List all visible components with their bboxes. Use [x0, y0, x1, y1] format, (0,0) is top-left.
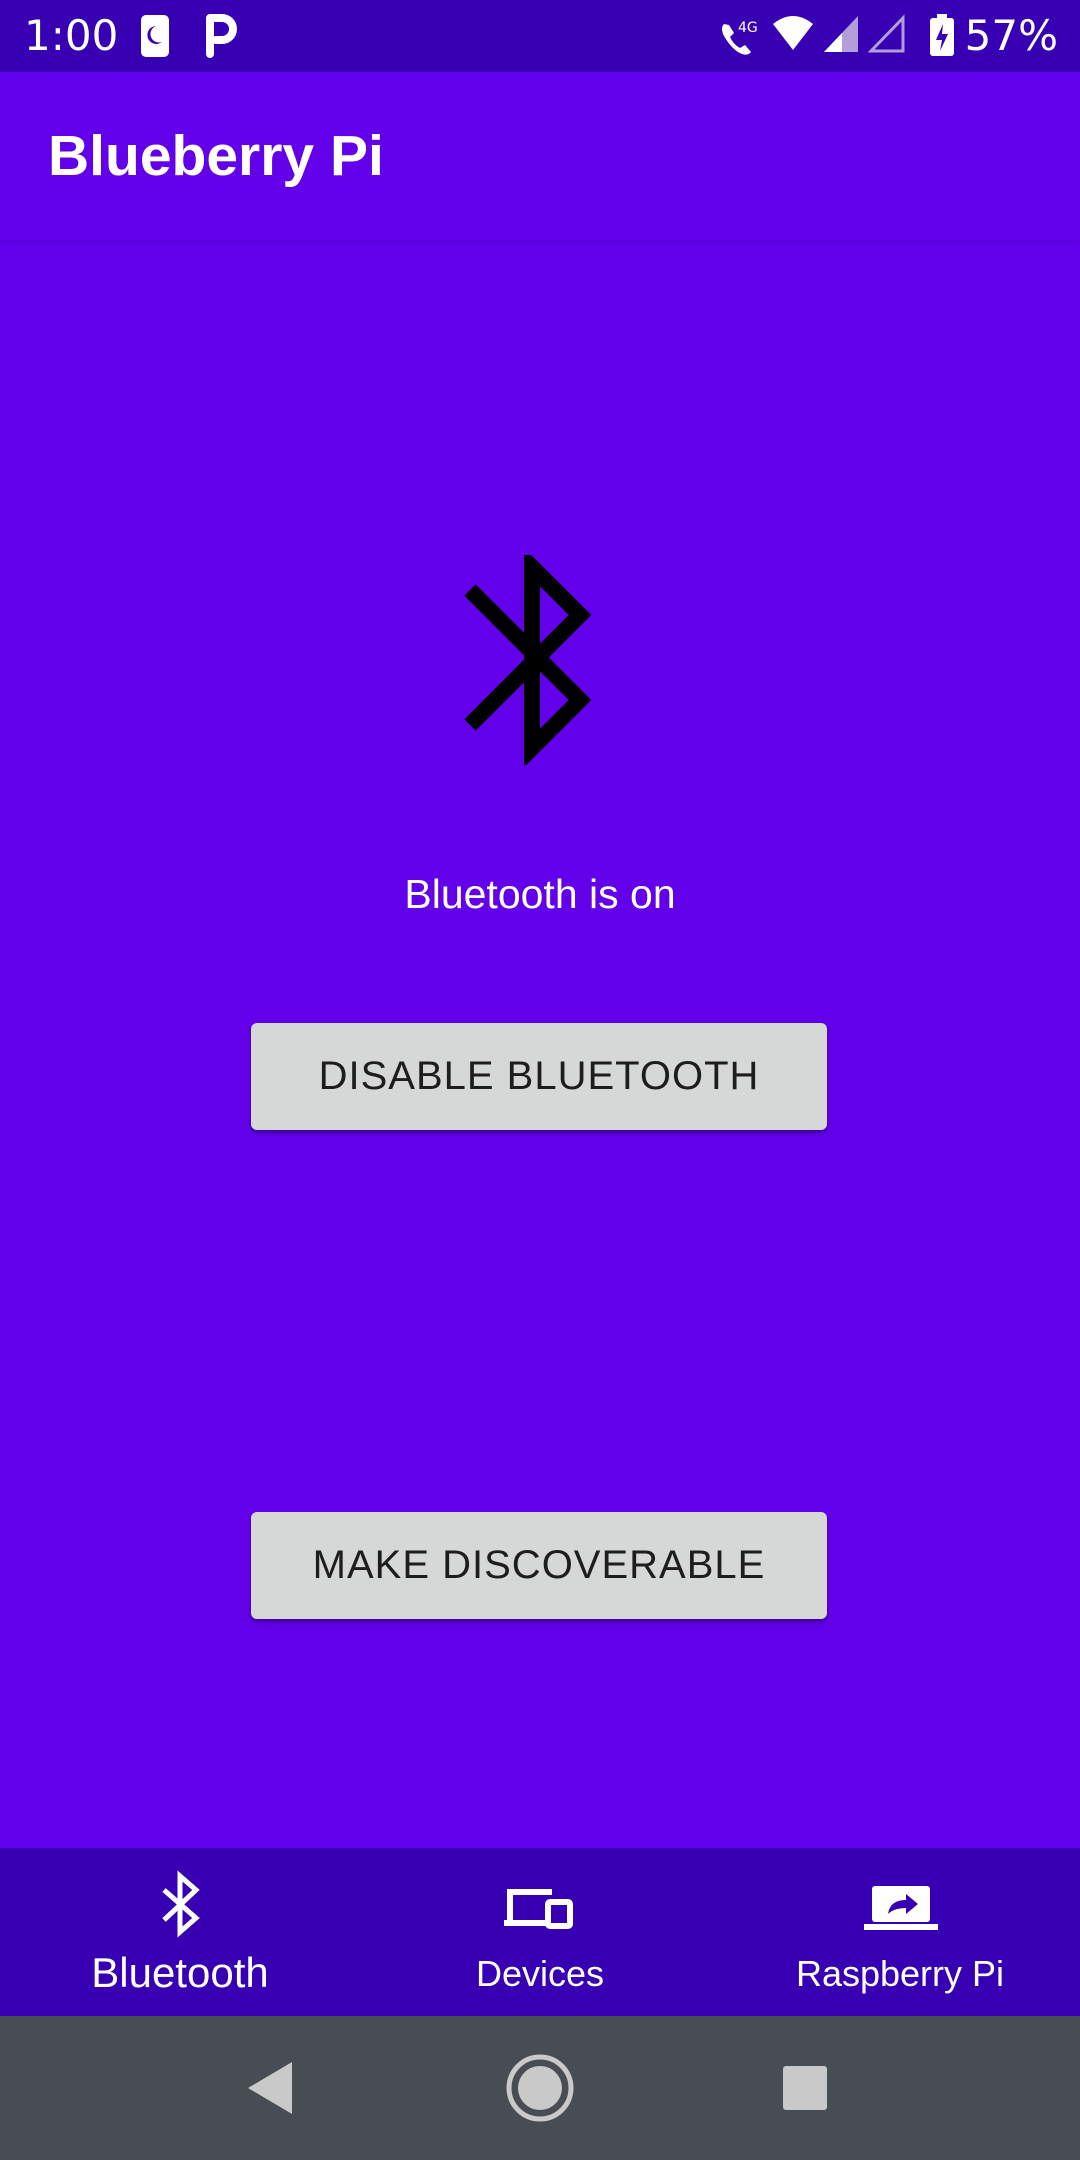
home-icon[interactable] — [500, 2052, 580, 2124]
battery-charging-icon — [928, 14, 956, 63]
bluetooth-icon — [460, 547, 600, 768]
app-title: Blueberry Pi — [48, 124, 384, 188]
bluetooth-status-text: Bluetooth is on — [404, 871, 676, 917]
wifi-icon — [772, 14, 814, 59]
parking-icon — [204, 14, 238, 63]
laptop-share-icon — [860, 1868, 940, 1948]
nav-item-devices[interactable]: Devices — [360, 1848, 720, 2016]
back-icon[interactable] — [230, 2052, 310, 2124]
nav-item-raspberry-pi[interactable]: Raspberry Pi — [720, 1848, 1080, 2016]
make-discoverable-button[interactable]: MAKE DISCOVERABLE — [251, 1512, 827, 1619]
screen: 1:00 4G 57% Blueberry Pi Bluetooth is on… — [0, 0, 1080, 2160]
disable-bluetooth-button[interactable]: DISABLE BLUETOOTH — [251, 1023, 827, 1130]
nav-label-raspberry-pi: Raspberry Pi — [795, 1953, 1005, 1994]
wifi-call-icon: 4G — [716, 14, 760, 63]
bottom-navigation: Bluetooth Devices Raspberry Pi — [0, 1848, 1080, 2016]
system-navigation-bar — [0, 2016, 1080, 2160]
phone-moon-icon — [140, 14, 170, 63]
nav-item-bluetooth[interactable]: Bluetooth — [0, 1848, 360, 2016]
devices-icon — [500, 1868, 580, 1948]
app-bar: Blueberry Pi — [0, 72, 1080, 240]
recents-icon[interactable] — [765, 2052, 845, 2124]
status-time: 1:00 — [24, 11, 119, 60]
nav-label-bluetooth: Bluetooth — [91, 1949, 269, 1996]
network-type-label: 4G — [738, 20, 758, 36]
status-bar: 1:00 4G 57% — [0, 0, 1080, 72]
signal-icon — [822, 14, 860, 59]
nav-label-devices: Devices — [475, 1953, 605, 1994]
battery-percent: 57% — [964, 11, 1058, 60]
bluetooth-icon — [140, 1868, 220, 1948]
signal-empty-icon — [867, 14, 906, 59]
